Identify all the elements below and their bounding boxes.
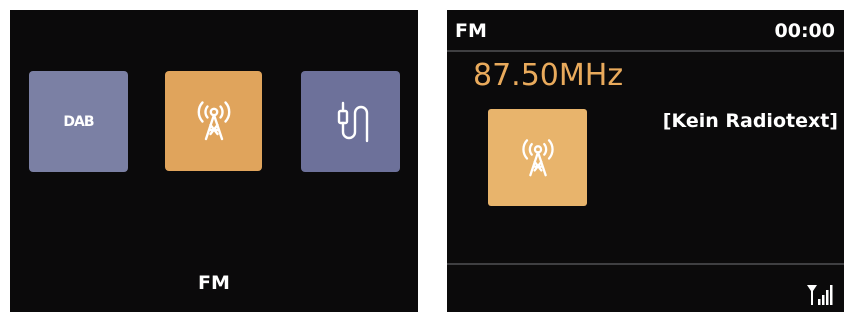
mode-title: FM <box>455 20 487 42</box>
dab-logo-icon: DAB <box>63 113 94 130</box>
radio-tower-icon <box>521 138 554 176</box>
dab-source-tile[interactable]: DAB <box>29 71 128 172</box>
selected-source-label: FM <box>198 272 230 294</box>
footer-divider <box>447 263 844 265</box>
aux-source-tile[interactable] <box>301 71 400 172</box>
station-logo <box>488 109 587 206</box>
source-menu-screen: DAB FM <box>10 10 418 312</box>
frequency-display: 87.50MHz <box>473 58 624 93</box>
signal-strength-icon <box>807 285 833 305</box>
radio-tower-icon <box>197 101 230 141</box>
aux-cable-icon <box>337 101 368 142</box>
fm-playback-screen: FM 00:00 87.50MHz [Kein Radiotext] <box>447 10 844 312</box>
radiotext: [Kein Radiotext] <box>662 110 838 132</box>
fm-source-tile[interactable] <box>165 71 262 171</box>
clock: 00:00 <box>774 20 835 42</box>
header-divider <box>447 50 844 52</box>
